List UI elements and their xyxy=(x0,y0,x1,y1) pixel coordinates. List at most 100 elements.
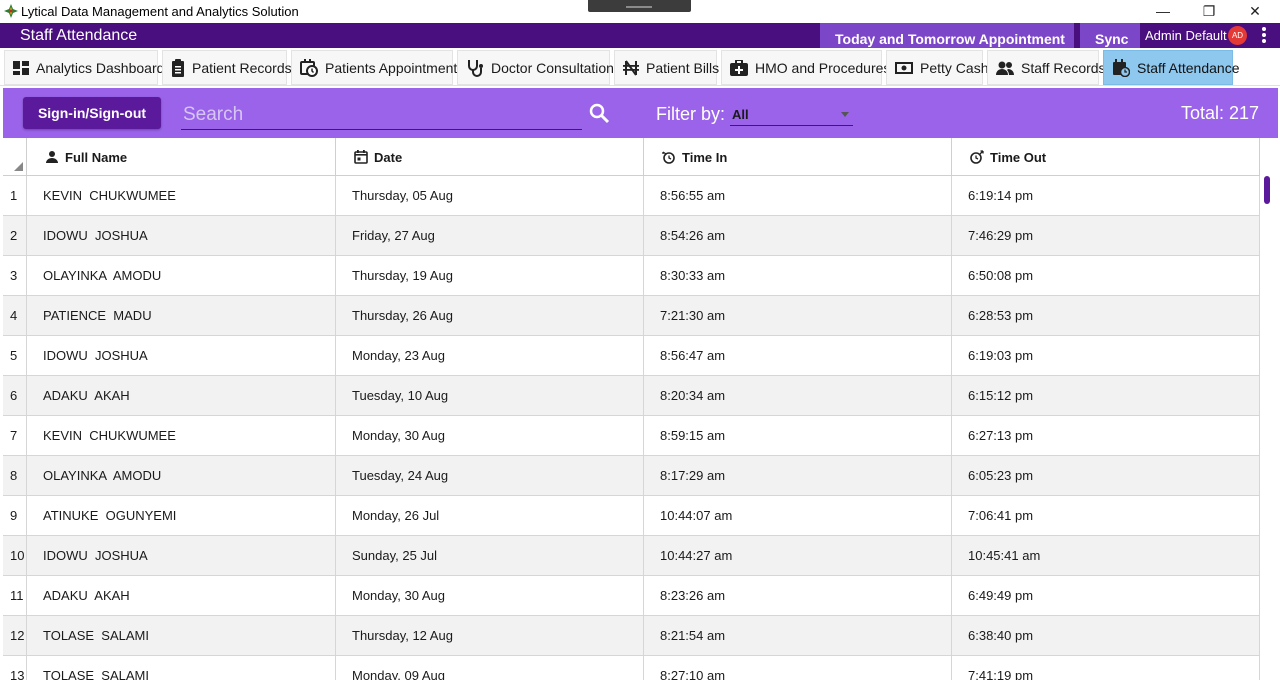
row-number: 1 xyxy=(3,176,27,216)
cell-date[interactable]: Monday, 23 Aug xyxy=(336,336,644,376)
table-row[interactable]: 3 OLAYINKA AMODU Thursday, 19 Aug 8:30:3… xyxy=(3,256,1260,296)
cell-time-in[interactable]: 8:17:29 am xyxy=(644,456,952,496)
tab-analytics-dashboard[interactable]: Analytics Dashboard xyxy=(4,50,164,85)
cell-time-out[interactable]: 7:06:41 pm xyxy=(952,496,1260,536)
cell-time-out[interactable]: 6:19:14 pm xyxy=(952,176,1260,216)
cell-time-in[interactable]: 8:56:47 am xyxy=(644,336,952,376)
row-number: 12 xyxy=(3,616,27,656)
cell-full-name[interactable]: TOLASE SALAMI xyxy=(27,616,336,656)
tab-patient-records[interactable]: Patient Records xyxy=(162,50,292,85)
cell-time-out[interactable]: 10:45:41 am xyxy=(952,536,1260,576)
cell-time-in[interactable]: 8:54:26 am xyxy=(644,216,952,256)
vertical-scrollbar[interactable] xyxy=(1264,176,1270,204)
cell-time-in[interactable]: 8:59:15 am xyxy=(644,416,952,456)
clock-in-icon xyxy=(662,150,676,164)
cell-time-out[interactable]: 6:49:49 pm xyxy=(952,576,1260,616)
filter-dropdown[interactable]: All xyxy=(730,104,853,126)
cell-date[interactable]: Tuesday, 24 Aug xyxy=(336,456,644,496)
cell-time-out[interactable]: 6:27:13 pm xyxy=(952,416,1260,456)
appointment-button[interactable]: Today and Tomorrow Appointment xyxy=(820,23,1074,48)
row-number: 4 xyxy=(3,296,27,336)
cell-date[interactable]: Monday, 30 Aug xyxy=(336,416,644,456)
cell-date[interactable]: Friday, 27 Aug xyxy=(336,216,644,256)
cell-full-name[interactable]: IDOWU JOSHUA xyxy=(27,336,336,376)
cell-time-out[interactable]: 7:46:29 pm xyxy=(952,216,1260,256)
cell-full-name[interactable]: ADAKU AKAH xyxy=(27,576,336,616)
column-header-date[interactable]: Date xyxy=(336,138,644,176)
cell-date[interactable]: Thursday, 26 Aug xyxy=(336,296,644,336)
tab-label: Patients Appointment xyxy=(325,59,458,76)
cell-date[interactable]: Monday, 30 Aug xyxy=(336,576,644,616)
cell-time-out[interactable]: 7:41:19 pm xyxy=(952,656,1260,680)
cell-full-name[interactable]: IDOWU JOSHUA xyxy=(27,216,336,256)
cell-time-in[interactable]: 8:56:55 am xyxy=(644,176,952,216)
select-all-corner[interactable] xyxy=(3,138,27,176)
cell-full-name[interactable]: KEVIN CHUKWUMEE xyxy=(27,176,336,216)
cell-date[interactable]: Thursday, 19 Aug xyxy=(336,256,644,296)
search-icon[interactable] xyxy=(588,102,610,124)
table-row[interactable]: 1 KEVIN CHUKWUMEE Thursday, 05 Aug 8:56:… xyxy=(3,176,1260,216)
cell-time-in[interactable]: 8:30:33 am xyxy=(644,256,952,296)
tab-patient-bills[interactable]: Patient Bills xyxy=(614,50,719,85)
tab-doctor-consultation[interactable]: Doctor Consultation xyxy=(457,50,614,85)
tab-patients-appointment[interactable]: Patients Appointment xyxy=(291,50,457,85)
cell-full-name[interactable]: PATIENCE MADU xyxy=(27,296,336,336)
cell-full-name[interactable]: OLAYINKA AMODU xyxy=(27,256,336,296)
tab-label: Doctor Consultation xyxy=(491,59,614,76)
tab-staff-attendance[interactable]: Staff Attendance xyxy=(1103,50,1240,85)
column-header-time-in[interactable]: Time In xyxy=(644,138,952,176)
cell-time-in[interactable]: 8:27:10 am xyxy=(644,656,952,680)
table-row[interactable]: 7 KEVIN CHUKWUMEE Monday, 30 Aug 8:59:15… xyxy=(3,416,1260,456)
cell-time-out[interactable]: 6:38:40 pm xyxy=(952,616,1260,656)
more-options-icon[interactable] xyxy=(1258,26,1270,46)
cell-full-name[interactable]: ADAKU AKAH xyxy=(27,376,336,416)
cell-date[interactable]: Monday, 09 Aug xyxy=(336,656,644,680)
row-number: 3 xyxy=(3,256,27,296)
table-row[interactable]: 10 IDOWU JOSHUA Sunday, 25 Jul 10:44:27 … xyxy=(3,536,1260,576)
cell-date[interactable]: Sunday, 25 Jul xyxy=(336,536,644,576)
table-row[interactable]: 12 TOLASE SALAMI Thursday, 12 Aug 8:21:5… xyxy=(3,616,1260,656)
minimize-button[interactable]: — xyxy=(1140,0,1186,23)
table-row[interactable]: 4 PATIENCE MADU Thursday, 26 Aug 7:21:30… xyxy=(3,296,1260,336)
cell-time-in[interactable]: 10:44:07 am xyxy=(644,496,952,536)
avatar[interactable]: AD xyxy=(1228,26,1247,45)
drag-handle[interactable] xyxy=(588,0,691,12)
cell-full-name[interactable]: IDOWU JOSHUA xyxy=(27,536,336,576)
cell-full-name[interactable]: OLAYINKA AMODU xyxy=(27,456,336,496)
table-row[interactable]: 13 TOLASE SALAMI Monday, 09 Aug 8:27:10 … xyxy=(3,656,1260,680)
cell-time-in[interactable]: 8:20:34 am xyxy=(644,376,952,416)
cell-time-in[interactable]: 8:23:26 am xyxy=(644,576,952,616)
table-row[interactable]: 6 ADAKU AKAH Tuesday, 10 Aug 8:20:34 am … xyxy=(3,376,1260,416)
sync-button[interactable]: Sync xyxy=(1080,23,1140,48)
close-button[interactable]: ✕ xyxy=(1232,0,1278,23)
sign-in-sign-out-button[interactable]: Sign-in/Sign-out xyxy=(23,97,161,129)
table-row[interactable]: 5 IDOWU JOSHUA Monday, 23 Aug 8:56:47 am… xyxy=(3,336,1260,376)
cell-date[interactable]: Thursday, 05 Aug xyxy=(336,176,644,216)
cell-time-out[interactable]: 6:19:03 pm xyxy=(952,336,1260,376)
cell-time-out[interactable]: 6:50:08 pm xyxy=(952,256,1260,296)
cell-time-out[interactable]: 6:05:23 pm xyxy=(952,456,1260,496)
user-name[interactable]: Admin Default xyxy=(1145,28,1227,43)
table-row[interactable]: 9 ATINUKE OGUNYEMI Monday, 26 Jul 10:44:… xyxy=(3,496,1260,536)
cell-time-out[interactable]: 6:15:12 pm xyxy=(952,376,1260,416)
tab-staff-records[interactable]: Staff Records xyxy=(987,50,1106,85)
cell-time-in[interactable]: 10:44:27 am xyxy=(644,536,952,576)
cell-full-name[interactable]: ATINUKE OGUNYEMI xyxy=(27,496,336,536)
cell-full-name[interactable]: TOLASE SALAMI xyxy=(27,656,336,680)
search-input[interactable] xyxy=(181,100,582,130)
column-header-full-name[interactable]: Full Name xyxy=(27,138,336,176)
tab-hmo-and-procedures[interactable]: HMO and Procedures xyxy=(721,50,890,85)
table-row[interactable]: 8 OLAYINKA AMODU Tuesday, 24 Aug 8:17:29… xyxy=(3,456,1260,496)
cell-time-in[interactable]: 7:21:30 am xyxy=(644,296,952,336)
cell-date[interactable]: Thursday, 12 Aug xyxy=(336,616,644,656)
cell-date[interactable]: Tuesday, 10 Aug xyxy=(336,376,644,416)
cell-time-out[interactable]: 6:28:53 pm xyxy=(952,296,1260,336)
column-header-time-out[interactable]: Time Out xyxy=(952,138,1260,176)
cell-full-name[interactable]: KEVIN CHUKWUMEE xyxy=(27,416,336,456)
table-row[interactable]: 2 IDOWU JOSHUA Friday, 27 Aug 8:54:26 am… xyxy=(3,216,1260,256)
cell-time-in[interactable]: 8:21:54 am xyxy=(644,616,952,656)
table-row[interactable]: 11 ADAKU AKAH Monday, 30 Aug 8:23:26 am … xyxy=(3,576,1260,616)
tab-petty-cash[interactable]: Petty Cash xyxy=(886,50,988,85)
maximize-button[interactable]: ❐ xyxy=(1186,0,1232,23)
cell-date[interactable]: Monday, 26 Jul xyxy=(336,496,644,536)
